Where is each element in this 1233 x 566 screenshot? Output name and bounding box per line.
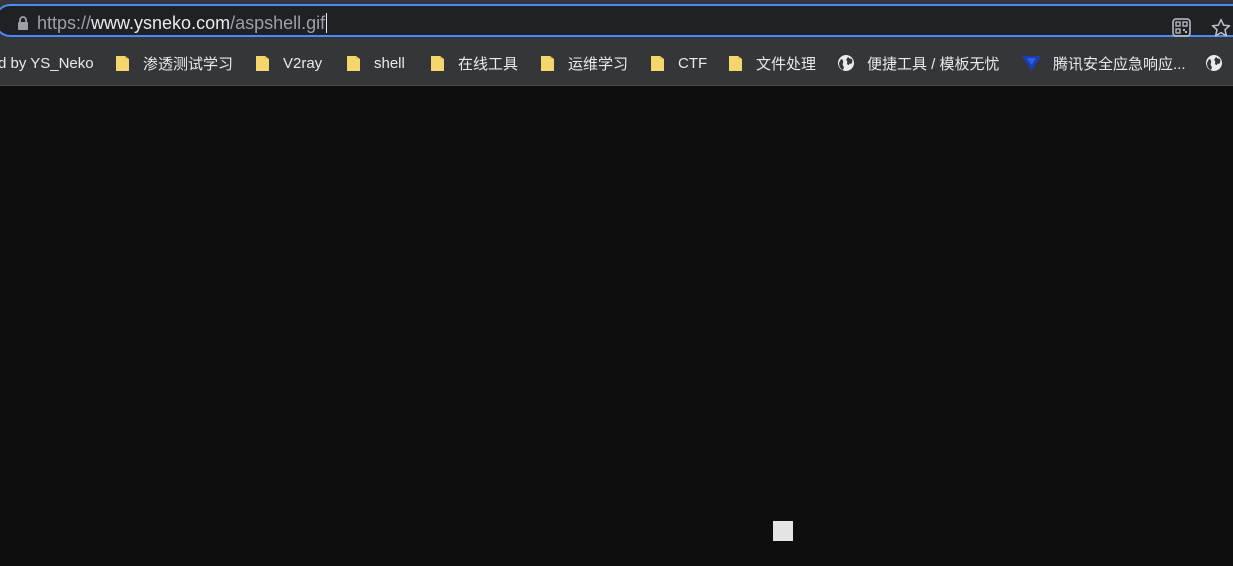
- page-content: [0, 86, 1233, 566]
- address-bar[interactable]: https://www.ysneko.com/aspshell.gif: [0, 4, 1233, 37]
- lock-icon[interactable]: [16, 15, 30, 31]
- globe-icon: [1206, 55, 1222, 71]
- globe-icon: [838, 55, 854, 71]
- url-path: /aspshell.gif: [230, 13, 326, 33]
- bookmark-folder-ctf[interactable]: CTF: [650, 51, 707, 75]
- bookmark-folder-online-tools[interactable]: 在线工具: [430, 51, 518, 75]
- folder-icon: [347, 56, 360, 71]
- bookmark-folder-shell[interactable]: shell: [346, 51, 405, 75]
- folder-icon: [116, 56, 129, 71]
- bookmarks-bar: d by YS_Neko 渗透测试学习 V2ray shell 在线工具 运维学…: [0, 42, 1233, 85]
- folder-icon: [256, 56, 269, 71]
- image-placeholder[interactable]: [773, 521, 793, 541]
- bookmark-label: 文件处理: [756, 55, 817, 73]
- bookmark-label: 腾讯安全应急响应...: [1053, 55, 1186, 73]
- folder-icon: [541, 56, 554, 71]
- browser-toolbar: https://www.ysneko.com/aspshell.gif d by…: [0, 0, 1233, 86]
- bookmark-label: 便捷工具 / 模板无忧: [867, 55, 1000, 73]
- bookmark-label: CTF: [678, 54, 708, 72]
- bookmark-folder-ops[interactable]: 运维学习: [540, 51, 628, 75]
- text-caret: [326, 13, 328, 33]
- bookmark-tools-templates[interactable]: 便捷工具 / 模板无忧: [837, 51, 1000, 75]
- bookmark-label: 渗透测试学习: [143, 55, 234, 73]
- bookmark-label: 在线工具: [458, 55, 519, 73]
- folder-icon: [729, 56, 742, 71]
- bookmark-label: 运维学习: [568, 55, 629, 73]
- qr-code-icon[interactable]: [1172, 18, 1191, 37]
- bookmark-folder-pentest[interactable]: 渗透测试学习: [115, 51, 233, 75]
- bookmark-label: V2ray: [283, 54, 323, 72]
- url-scheme: https://: [37, 13, 92, 33]
- tencent-favicon: [1022, 56, 1041, 71]
- bookmark-folder-file-processing[interactable]: 文件处理: [728, 51, 816, 75]
- bookmark-ys-neko[interactable]: d by YS_Neko: [0, 51, 94, 75]
- folder-icon: [651, 56, 664, 71]
- folder-icon: [431, 56, 444, 71]
- bookmark-folder-v2ray[interactable]: V2ray: [255, 51, 322, 75]
- url-text[interactable]: https://www.ysneko.com/aspshell.gif: [37, 11, 328, 35]
- bookmark-label: shell: [374, 54, 405, 72]
- star-icon[interactable]: [1211, 18, 1231, 38]
- bookmark-globe-overflow[interactable]: [1205, 51, 1233, 75]
- bookmark-tencent-security[interactable]: 腾讯安全应急响应...: [1022, 51, 1186, 75]
- url-host: www.ysneko.com: [91, 13, 231, 33]
- bookmark-label: d by YS_Neko: [0, 54, 94, 72]
